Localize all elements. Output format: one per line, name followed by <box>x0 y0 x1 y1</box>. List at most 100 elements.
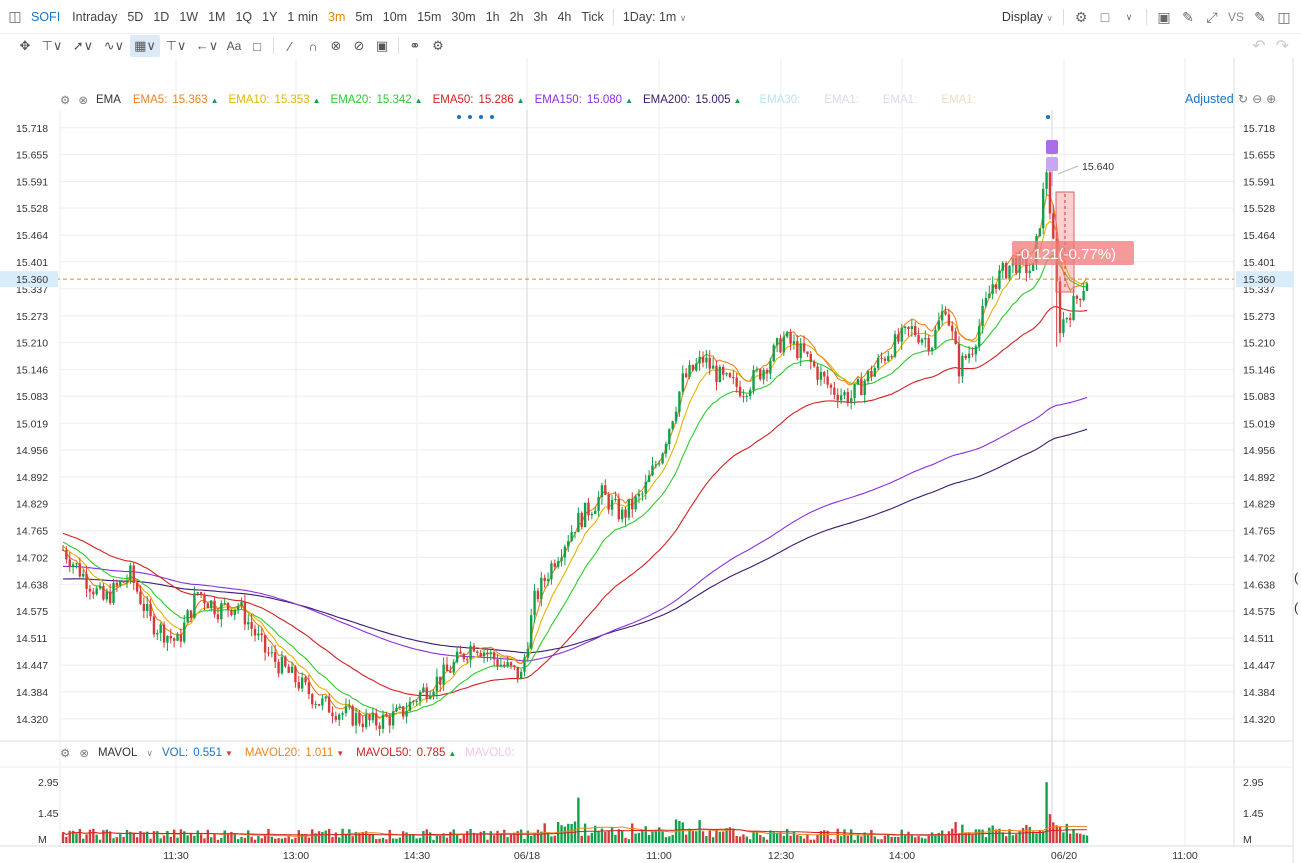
candle-body <box>718 366 722 383</box>
volume-bar <box>381 837 385 843</box>
candle-body <box>183 622 186 642</box>
volume-bar <box>1018 830 1021 843</box>
volume-bar <box>856 835 860 843</box>
candle-body <box>146 603 149 611</box>
close-icon[interactable]: ⊗ <box>78 93 88 107</box>
candle-body <box>971 353 974 355</box>
candle-body <box>920 339 924 343</box>
candle-body <box>927 338 930 351</box>
ema-value: 15.363 <box>172 94 208 106</box>
volume-bar <box>398 837 402 843</box>
volume-bar <box>833 839 836 843</box>
volume-bar <box>220 837 223 843</box>
price-chart[interactable]: 15.718 15.718 15.655 15.655 15.591 15.591 15.5… <box>0 0 1301 863</box>
volume-bar <box>802 838 806 843</box>
volume-bar <box>193 835 196 843</box>
candle-body <box>432 691 435 697</box>
settings-gear-icon[interactable]: ⚙ <box>60 746 70 760</box>
volume-bar <box>344 834 348 843</box>
volume-bar <box>78 828 82 843</box>
candle-body <box>472 645 476 652</box>
volume-bar <box>274 838 277 843</box>
candle-body <box>897 334 900 342</box>
candle-body <box>789 332 792 344</box>
volume-bar <box>82 838 85 843</box>
candle-body <box>119 581 122 586</box>
candle-body <box>893 334 897 357</box>
volume-bar <box>759 834 762 843</box>
volume-bar <box>920 837 924 843</box>
volume-bar <box>870 829 873 843</box>
volume-bar <box>348 829 351 843</box>
volume-bar <box>1031 831 1035 843</box>
candle-body <box>125 580 129 583</box>
candle-body <box>361 723 364 728</box>
volume-bar <box>887 834 890 843</box>
volume-bar <box>1015 834 1018 843</box>
price-tick-left: 15.146 <box>16 365 48 377</box>
side-panel-edge: (( <box>1294 570 1299 615</box>
volume-bar <box>947 831 951 843</box>
candle-body <box>226 602 230 610</box>
candle-body <box>526 648 530 658</box>
candle-body <box>816 366 819 380</box>
ema-name: EMA200: <box>643 94 691 106</box>
add-icon[interactable]: ⊕ <box>1266 92 1276 106</box>
candle-body <box>82 573 85 577</box>
volume-bar <box>203 838 206 843</box>
candle-body <box>819 371 823 380</box>
price-tick-left: 15.083 <box>16 391 48 403</box>
volume-bar <box>971 834 974 843</box>
volume-bar <box>580 835 583 843</box>
volume-bar <box>748 839 752 843</box>
volume-bar <box>166 830 169 843</box>
candle-body <box>786 332 789 337</box>
volume-bar <box>509 834 513 843</box>
candle-body <box>85 573 88 589</box>
candle-body <box>624 509 627 518</box>
candle-body <box>455 651 459 663</box>
candle-body <box>590 513 594 516</box>
close-icon[interactable]: ⊗ <box>79 746 89 760</box>
volume-bar <box>445 837 449 843</box>
volume-bar <box>1085 835 1089 843</box>
candle-body <box>236 605 240 610</box>
candle-body <box>509 662 513 666</box>
candle-body <box>280 656 284 674</box>
volume-bar <box>866 834 870 843</box>
volume-bar <box>829 838 833 843</box>
adjusted-label[interactable]: Adjusted <box>1185 92 1233 106</box>
volume-bar <box>1062 832 1065 843</box>
candle-body <box>344 706 348 714</box>
minimize-icon[interactable]: ⊖ <box>1252 92 1262 106</box>
volume-bar <box>914 837 917 843</box>
price-tick-left: 14.511 <box>16 633 47 645</box>
price-tick-left: 15.273 <box>16 311 48 323</box>
candle-body <box>482 652 486 657</box>
reset-icon[interactable]: ↻ <box>1238 92 1248 106</box>
volume-bar <box>668 836 671 843</box>
volume-bar <box>846 835 850 843</box>
settings-gear-icon[interactable]: ⚙ <box>60 93 70 107</box>
volume-bar <box>98 839 102 843</box>
candle-body <box>132 565 135 583</box>
candle-body <box>290 666 294 673</box>
volume-bar <box>563 826 567 843</box>
chevron-down-icon[interactable]: ∨ <box>146 748 153 759</box>
candle-body <box>314 704 317 706</box>
volume-bar <box>250 836 253 843</box>
candle-body <box>297 682 300 689</box>
volume-bar <box>1048 814 1052 843</box>
price-tick-right: 15.401 <box>1243 257 1275 269</box>
candle-body <box>169 636 172 639</box>
volume-bar <box>476 834 479 843</box>
candle-body <box>469 645 472 660</box>
ema-faded-item: EMA30: <box>759 94 801 106</box>
candle-body <box>162 624 166 643</box>
volume-bar <box>907 831 910 843</box>
candle-body <box>951 325 954 332</box>
volume-bar <box>459 838 462 843</box>
candle-body <box>587 502 590 516</box>
candle-body <box>755 369 759 371</box>
candle-body <box>270 652 274 654</box>
